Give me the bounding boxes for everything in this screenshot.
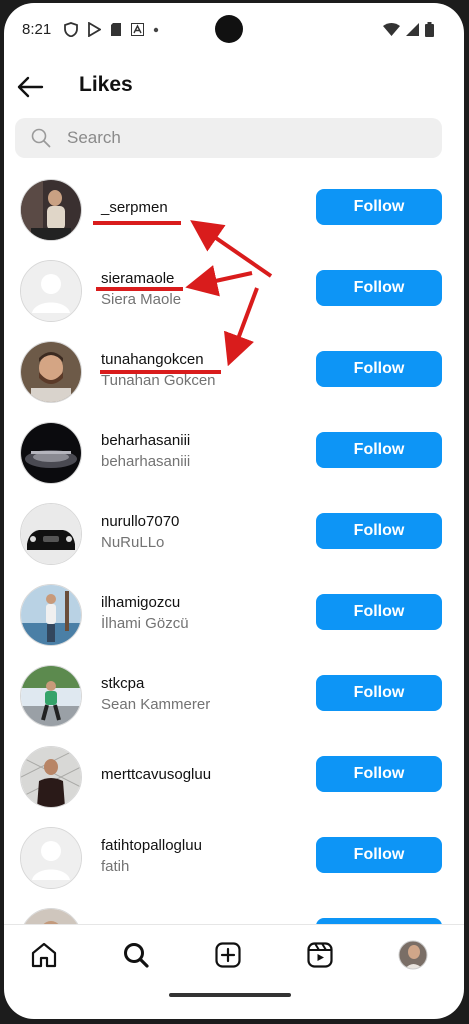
username[interactable]: sieramaole: [101, 269, 181, 289]
full-name: Sean Kammerer: [101, 696, 211, 713]
avatar[interactable]: [20, 260, 82, 322]
user-names: fatihtopallogluu fatih: [101, 836, 202, 877]
follow-button[interactable]: Follow: [316, 351, 442, 387]
list-item[interactable]: stkcpa Sean Kammerer Follow: [4, 660, 464, 741]
list-item[interactable]: nurullo7070 NuRuLLo Follow: [4, 498, 464, 579]
full-name: Siera Maole: [101, 291, 182, 308]
dot-icon: [153, 27, 159, 32]
full-name: NuRuLLo: [101, 534, 165, 551]
home-icon: [31, 942, 57, 968]
battery-icon: [425, 22, 434, 37]
user-names: stkcpa Sean Kammerer: [101, 674, 210, 715]
user-names: ilhamigozcu İlhami Gözcü: [101, 593, 189, 634]
username[interactable]: fatihtopallogluu: [101, 836, 202, 856]
full-name: fatih: [101, 858, 130, 875]
username[interactable]: tunahangokcen: [101, 350, 216, 370]
shield-icon: [64, 22, 78, 37]
list-item[interactable]: ilhamigozcu İlhami Gözcü Follow: [4, 579, 464, 660]
avatar[interactable]: [20, 584, 82, 646]
back-arrow-icon: [17, 76, 44, 98]
search-bar[interactable]: [15, 118, 442, 158]
page-header: Likes: [4, 63, 464, 109]
avatar[interactable]: [20, 827, 82, 889]
list-item[interactable]: fatihtopallogluu fatih Follow: [4, 822, 464, 903]
status-bar: 8:21: [4, 3, 464, 55]
reels-icon: [307, 942, 333, 968]
avatar[interactable]: [20, 665, 82, 727]
back-button[interactable]: [14, 71, 46, 103]
nav-search[interactable]: [120, 939, 152, 971]
follow-button[interactable]: Follow: [316, 594, 442, 630]
follow-button[interactable]: Follow: [316, 756, 442, 792]
follow-button[interactable]: Follow: [316, 513, 442, 549]
username[interactable]: _serpmen: [101, 198, 168, 218]
username[interactable]: merttcavusogluu: [101, 765, 211, 785]
avatar[interactable]: [20, 179, 82, 241]
user-names: _serpmen: [101, 198, 168, 218]
follow-button[interactable]: Follow: [316, 432, 442, 468]
home-indicator[interactable]: [169, 993, 291, 997]
create-post-icon: [215, 942, 241, 968]
avatar[interactable]: [20, 422, 82, 484]
sd-card-icon: [111, 23, 121, 36]
user-names: nurullo7070 NuRuLLo: [101, 512, 179, 553]
status-time: 8:21: [22, 21, 52, 38]
search-icon: [124, 943, 149, 968]
search-input[interactable]: [67, 118, 427, 158]
nav-reels[interactable]: [304, 939, 336, 971]
status-notification-icons: [64, 22, 159, 37]
full-name: Tunahan Gokcen: [101, 372, 216, 389]
avatar[interactable]: [20, 341, 82, 403]
wifi-icon: [383, 23, 400, 36]
front-camera: [215, 15, 243, 43]
follow-button[interactable]: Follow: [316, 189, 442, 225]
list-item[interactable]: merttcavusogluu Follow: [4, 741, 464, 822]
user-names: sieramaole Siera Maole: [101, 269, 181, 310]
username[interactable]: stkcpa: [101, 674, 210, 694]
nav-create[interactable]: [212, 939, 244, 971]
username[interactable]: ilhamigozcu: [101, 593, 189, 613]
user-names: beharhasaniii beharhasaniii: [101, 431, 190, 472]
status-system-icons: [383, 22, 434, 37]
nav-home[interactable]: [28, 939, 60, 971]
default-avatar-icon: [21, 828, 81, 888]
user-names: merttcavusogluu: [101, 765, 211, 785]
play-store-icon: [88, 22, 101, 37]
page-title: Likes: [79, 73, 133, 96]
list-item[interactable]: beharhasaniii beharhasaniii Follow: [4, 417, 464, 498]
signal-icon: [406, 23, 419, 36]
follow-button[interactable]: Follow: [316, 837, 442, 873]
full-name: İlhami Gözcü: [101, 615, 189, 632]
avatar[interactable]: [20, 746, 82, 808]
default-avatar-icon: [21, 261, 81, 321]
bottom-nav: [4, 924, 464, 985]
list-item[interactable]: sieramaole Siera Maole Follow: [4, 255, 464, 336]
follow-button[interactable]: Follow: [316, 675, 442, 711]
avatar[interactable]: [20, 503, 82, 565]
search-icon: [31, 128, 51, 148]
username[interactable]: nurullo7070: [101, 512, 179, 532]
user-names: tunahangokcen Tunahan Gokcen: [101, 350, 216, 391]
list-item[interactable]: _serpmen Follow: [4, 174, 464, 255]
app-screen: 8:21 Likes Search _serpmen Follow sieram…: [4, 3, 464, 1019]
app-a-icon: [131, 23, 144, 36]
nav-profile[interactable]: [397, 939, 429, 971]
follow-button[interactable]: Follow: [316, 270, 442, 306]
likes-list: _serpmen Follow sieramaole Siera Maole F…: [4, 174, 464, 984]
full-name: beharhasaniii: [101, 453, 191, 470]
profile-avatar: [398, 940, 428, 970]
username[interactable]: beharhasaniii: [101, 431, 190, 451]
list-item[interactable]: tunahangokcen Tunahan Gokcen Follow: [4, 336, 464, 417]
